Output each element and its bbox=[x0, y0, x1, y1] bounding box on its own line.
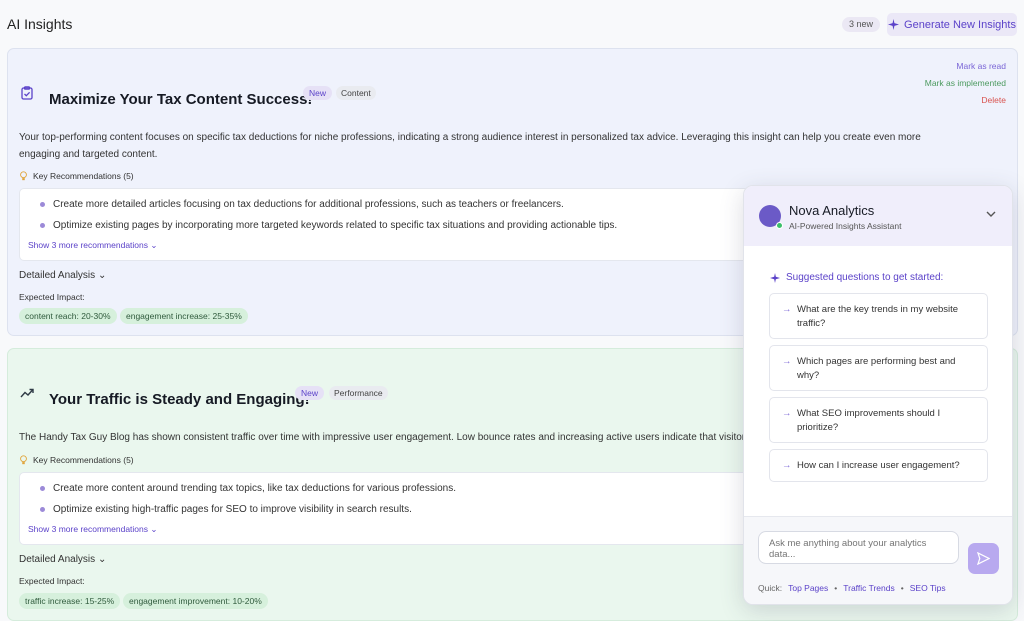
summary-line: Your top-performing content focuses on s… bbox=[19, 132, 921, 143]
suggested-questions-heading: Suggested questions to get started: bbox=[770, 272, 943, 283]
category-tag: Performance bbox=[329, 386, 388, 400]
card-title: Maximize Your Tax Content Success! bbox=[49, 91, 313, 108]
separator: • bbox=[834, 583, 838, 593]
show-more-recommendations[interactable]: Show 3 more recommendations ⌄ bbox=[28, 524, 158, 535]
chevron-down-icon: ⌄ bbox=[97, 270, 107, 281]
suggested-question[interactable]: → How can I increase user engagement? bbox=[769, 449, 988, 482]
suggested-question[interactable]: → What are the key trends in my website … bbox=[769, 293, 988, 339]
quick-link-top-pages[interactable]: Top Pages bbox=[788, 583, 828, 593]
detailed-analysis-label: Detailed Analysis bbox=[19, 554, 96, 565]
quick-link-seo-tips[interactable]: SEO Tips bbox=[910, 583, 946, 593]
sparkle-icon bbox=[770, 272, 780, 283]
chat-input[interactable] bbox=[758, 531, 959, 564]
insight-summary: Your top-performing content focuses on s… bbox=[19, 129, 1009, 163]
new-tag: New bbox=[303, 86, 333, 100]
impact-pill: content reach: 20-30% bbox=[19, 308, 117, 324]
send-icon bbox=[977, 552, 990, 565]
bullet-dot bbox=[40, 202, 45, 207]
chat-footer: Quick: Top Pages • Traffic Trends • SEO … bbox=[744, 516, 1012, 604]
recommendations-heading-label: Key Recommendations (5) bbox=[33, 171, 134, 181]
quick-label: Quick: bbox=[758, 583, 783, 593]
expected-impact-label: Expected Impact: bbox=[19, 292, 85, 302]
detailed-analysis-label: Detailed Analysis bbox=[19, 270, 96, 281]
impact-pill: engagement improvement: 10-20% bbox=[123, 593, 268, 609]
detailed-analysis-toggle[interactable]: Detailed Analysis ⌄ bbox=[19, 270, 106, 281]
bullet-dot bbox=[40, 486, 45, 491]
clipboard-check-icon bbox=[21, 86, 33, 100]
arrow-right-icon: → bbox=[782, 408, 792, 419]
lightbulb-icon bbox=[20, 455, 27, 465]
quick-link-traffic-trends[interactable]: Traffic Trends bbox=[843, 583, 895, 593]
mark-as-implemented-link[interactable]: Mark as implemented bbox=[925, 78, 1006, 88]
recommendation-text: Optimize existing pages by incorporating… bbox=[53, 220, 618, 231]
new-tag: New bbox=[295, 386, 325, 400]
recommendations-heading: Key Recommendations (5) bbox=[19, 171, 134, 181]
arrow-right-icon: → bbox=[782, 460, 792, 471]
suggested-question-text: Which pages are performing best and why? bbox=[797, 356, 956, 381]
separator: • bbox=[900, 583, 904, 593]
chevron-down-icon: ⌄ bbox=[150, 524, 158, 534]
show-more-recommendations[interactable]: Show 3 more recommendations ⌄ bbox=[28, 240, 158, 251]
suggested-question-text: What are the key trends in my website tr… bbox=[797, 304, 959, 329]
new-count-badge: 3 new bbox=[842, 17, 881, 32]
generate-insights-button[interactable]: Generate New Insights bbox=[887, 13, 1017, 36]
arrow-right-icon: → bbox=[782, 356, 792, 367]
impact-pill: traffic increase: 15-25% bbox=[19, 593, 121, 609]
expected-impact-label: Expected Impact: bbox=[19, 576, 85, 586]
detailed-analysis-toggle[interactable]: Detailed Analysis ⌄ bbox=[19, 554, 106, 565]
assistant-name: Nova Analytics bbox=[789, 203, 875, 218]
chevron-down-icon: ⌄ bbox=[150, 240, 158, 250]
page-header: AI Insights 3 new Generate New Insights bbox=[0, 0, 1024, 48]
suggested-question[interactable]: → What SEO improvements should I priorit… bbox=[769, 397, 988, 443]
mark-as-read-link[interactable]: Mark as read bbox=[956, 61, 1006, 71]
page-title: AI Insights bbox=[7, 16, 73, 32]
recommendation-item: Create more detailed articles focusing o… bbox=[40, 199, 564, 210]
chevron-down-icon[interactable] bbox=[985, 208, 997, 220]
online-status-dot bbox=[776, 222, 783, 229]
assistant-subtitle: AI-Powered Insights Assistant bbox=[789, 221, 902, 231]
recommendations-box: Create more detailed articles focusing o… bbox=[19, 188, 749, 261]
arrow-right-icon: → bbox=[782, 304, 792, 315]
recommendation-item: Optimize existing pages by incorporating… bbox=[40, 220, 617, 231]
show-more-label: Show 3 more recommendations bbox=[28, 524, 149, 534]
category-tag: Content bbox=[336, 86, 376, 100]
chevron-down-icon: ⌄ bbox=[97, 554, 107, 565]
insight-summary: The Handy Tax Guy Blog has shown consist… bbox=[19, 429, 749, 446]
recommendations-box: Create more content around trending tax … bbox=[19, 472, 749, 545]
send-button[interactable] bbox=[968, 543, 999, 574]
recommendation-item: Create more content around trending tax … bbox=[40, 483, 456, 494]
sparkle-icon bbox=[888, 19, 900, 30]
recommendation-text: Optimize existing high-traffic pages for… bbox=[53, 504, 412, 515]
bullet-dot bbox=[40, 223, 45, 228]
summary-line: The Handy Tax Guy Blog has shown consist… bbox=[19, 432, 749, 443]
recommendation-text: Create more detailed articles focusing o… bbox=[53, 199, 564, 210]
bullet-dot bbox=[40, 507, 45, 512]
summary-line: engaging and targeted content. bbox=[19, 149, 158, 160]
chat-panel: Nova Analytics AI-Powered Insights Assis… bbox=[743, 185, 1013, 605]
lightbulb-icon bbox=[20, 171, 27, 181]
impact-pill: engagement increase: 25-35% bbox=[120, 308, 248, 324]
suggested-question-text: What SEO improvements should I prioritiz… bbox=[797, 408, 941, 433]
chat-header: Nova Analytics AI-Powered Insights Assis… bbox=[744, 186, 1012, 246]
card-title: Your Traffic is Steady and Engaging! bbox=[49, 391, 310, 408]
recommendation-item: Optimize existing high-traffic pages for… bbox=[40, 504, 412, 515]
show-more-label: Show 3 more recommendations bbox=[28, 240, 149, 250]
recommendations-heading: Key Recommendations (5) bbox=[19, 455, 134, 465]
suggested-questions-label: Suggested questions to get started: bbox=[786, 272, 944, 283]
quick-links: Quick: Top Pages • Traffic Trends • SEO … bbox=[758, 583, 946, 593]
recommendations-heading-label: Key Recommendations (5) bbox=[33, 455, 134, 465]
delete-link[interactable]: Delete bbox=[981, 95, 1006, 105]
trending-up-icon bbox=[20, 388, 34, 398]
suggested-question[interactable]: → Which pages are performing best and wh… bbox=[769, 345, 988, 391]
recommendation-text: Create more content around trending tax … bbox=[53, 483, 456, 494]
suggested-question-text: How can I increase user engagement? bbox=[797, 460, 960, 471]
generate-insights-label: Generate New Insights bbox=[904, 18, 1016, 31]
